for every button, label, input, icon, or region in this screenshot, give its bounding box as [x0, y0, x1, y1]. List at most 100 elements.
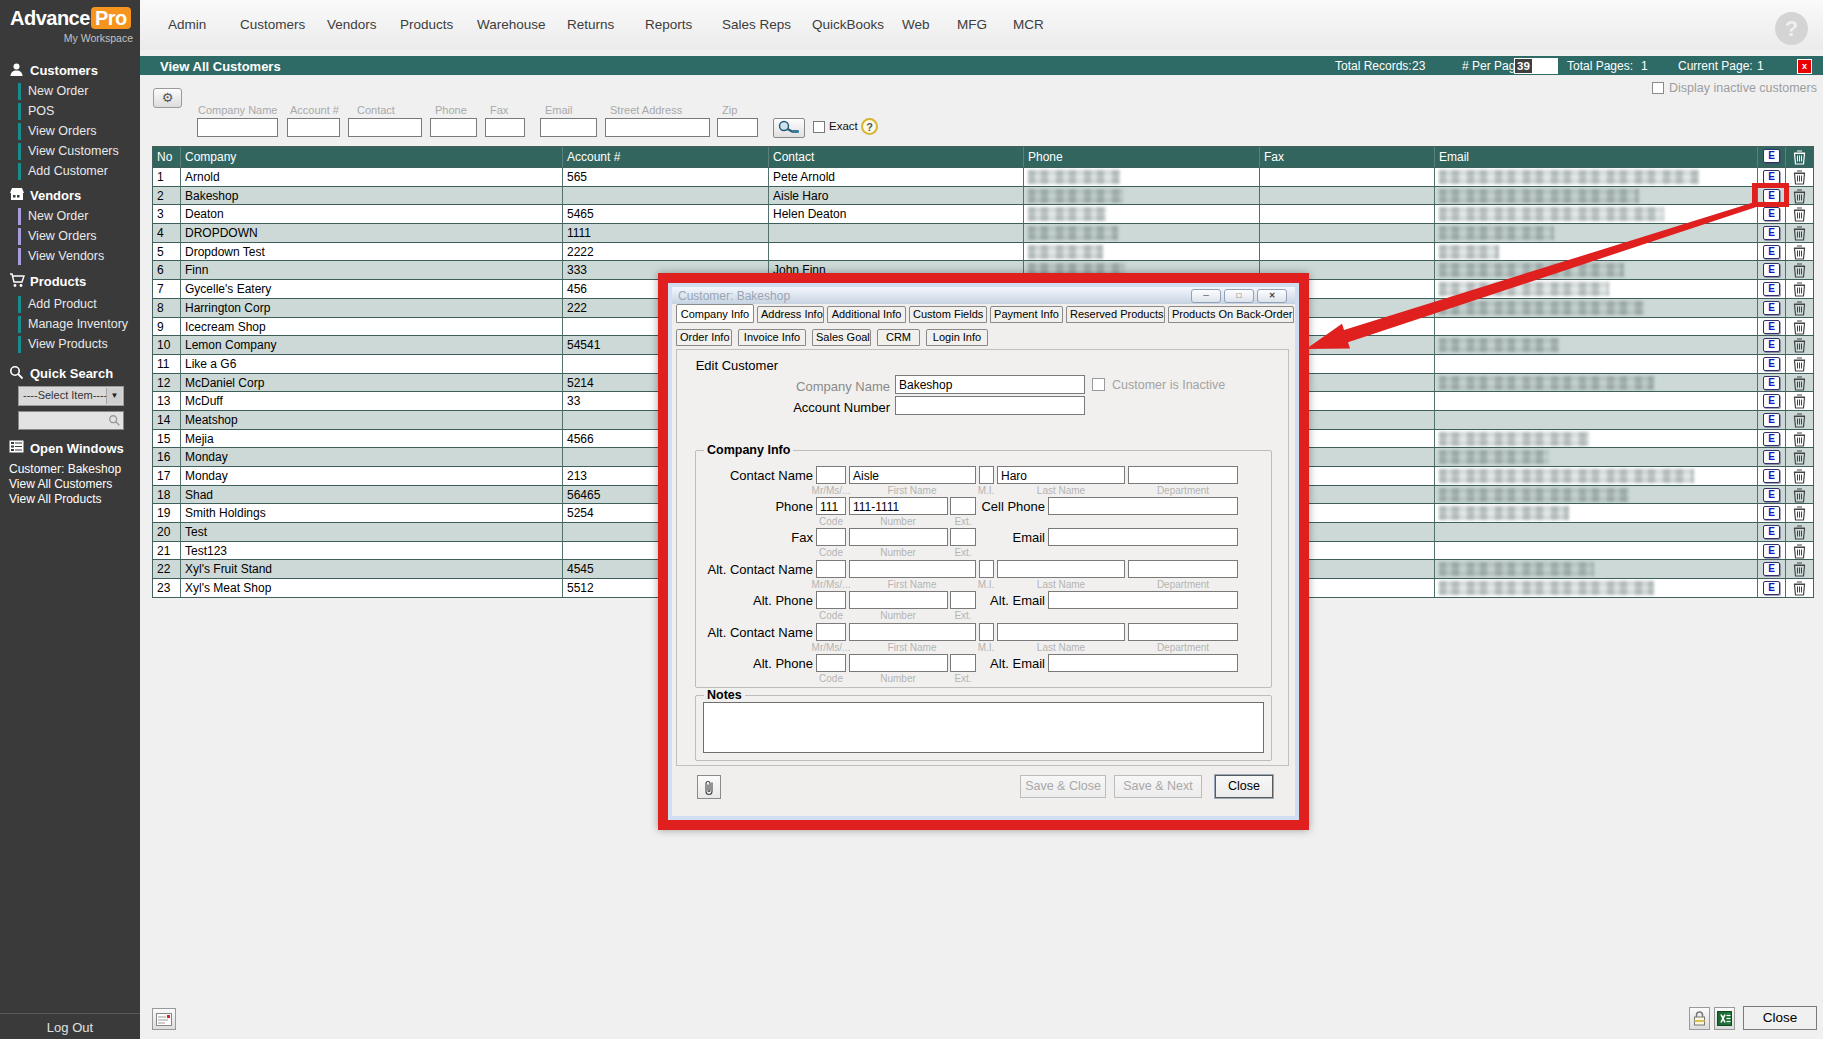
edit-icon[interactable]: E — [1763, 506, 1780, 520]
quick-search-select[interactable]: ----Select Item----▼ — [18, 386, 124, 406]
edit-icon[interactable]: E — [1763, 282, 1780, 296]
column-header-account-[interactable]: Account # — [563, 147, 769, 167]
name-field-0-4[interactable] — [1128, 466, 1238, 484]
trash-icon[interactable] — [1793, 281, 1806, 297]
edit-icon[interactable]: E — [1763, 544, 1780, 558]
edit-icon[interactable]: E — [1763, 394, 1780, 408]
name-field-0-0[interactable] — [816, 466, 846, 484]
trash-icon[interactable] — [1793, 169, 1806, 185]
column-header-email[interactable]: Email — [1435, 147, 1758, 167]
name-field-3-4[interactable] — [1128, 560, 1238, 578]
sidebar-item-view-customers[interactable]: View Customers — [0, 143, 140, 161]
right-input-4[interactable] — [1048, 591, 1238, 609]
tab-crm[interactable]: CRM — [877, 329, 920, 346]
menu-item-mfg[interactable]: MFG — [957, 0, 987, 50]
edit-icon[interactable]: E — [1763, 226, 1780, 240]
name-field-5-2[interactable] — [979, 623, 994, 641]
name-field-3-3[interactable] — [997, 560, 1125, 578]
trash-icon[interactable] — [1793, 375, 1806, 391]
logout-button[interactable]: Log Out — [0, 1020, 140, 1035]
tab-payment-info[interactable]: Payment Info — [990, 306, 1063, 323]
filter-input-contact[interactable] — [348, 118, 422, 137]
trash-icon[interactable] — [1793, 262, 1806, 278]
report-icon[interactable] — [152, 1008, 176, 1030]
right-input-6[interactable] — [1048, 654, 1238, 672]
display-inactive-checkbox[interactable] — [1652, 82, 1664, 94]
close-page-button[interactable]: Close — [1743, 1006, 1817, 1030]
trash-icon[interactable] — [1793, 487, 1806, 503]
save-close-button[interactable]: Save & Close — [1020, 775, 1106, 798]
edit-icon[interactable]: E — [1763, 245, 1780, 259]
sidebar-item-new-order[interactable]: New Order — [0, 208, 140, 226]
name-field-3-1[interactable] — [849, 560, 976, 578]
menu-item-sales-reps[interactable]: Sales Reps — [722, 0, 791, 50]
edit-icon[interactable]: E — [1763, 376, 1780, 390]
name-field-5-0[interactable] — [816, 623, 846, 641]
edit-icon[interactable]: E — [1763, 357, 1780, 371]
filter-input-phone[interactable] — [430, 118, 477, 137]
sidebar-item-add-customer[interactable]: Add Customer — [0, 163, 140, 181]
company-name-input[interactable]: Bakeshop — [895, 375, 1085, 394]
tab-login-info[interactable]: Login Info — [926, 329, 988, 346]
customer-inactive-checkbox[interactable] — [1092, 378, 1105, 391]
notes-textarea[interactable] — [703, 702, 1264, 753]
menu-item-reports[interactable]: Reports — [645, 0, 692, 50]
sidebar-item-manage-inventory[interactable]: Manage Inventory — [0, 316, 140, 334]
tab-sales-goal[interactable]: Sales Goal — [812, 329, 871, 346]
menu-item-mcr[interactable]: MCR — [1013, 0, 1044, 50]
name-field-5-1[interactable] — [849, 623, 976, 641]
filter-input-zip[interactable] — [717, 118, 758, 137]
sidebar-item-view-products[interactable]: View Products — [0, 336, 140, 354]
tab-invoice-info[interactable]: Invoice Info — [738, 329, 806, 346]
name-field-5-4[interactable] — [1128, 623, 1238, 641]
menu-item-customers[interactable]: Customers — [240, 0, 305, 50]
sidebar-item-pos[interactable]: POS — [0, 103, 140, 121]
edit-icon[interactable]: E — [1763, 338, 1780, 352]
account-number-input[interactable] — [895, 396, 1085, 415]
name-field-0-3[interactable]: Haro — [997, 466, 1125, 484]
menu-item-returns[interactable]: Returns — [567, 0, 614, 50]
edit-icon[interactable]: E — [1763, 469, 1780, 483]
trash-icon[interactable] — [1793, 356, 1806, 372]
edit-icon[interactable]: E — [1763, 207, 1780, 221]
column-header-contact[interactable]: Contact — [769, 147, 1024, 167]
name-field-0-1[interactable]: Aisle — [849, 466, 976, 484]
excel-icon[interactable] — [1714, 1007, 1735, 1030]
trash-icon[interactable] — [1793, 188, 1806, 204]
tab-address-info[interactable]: Address Info — [757, 306, 824, 323]
table-row-1[interactable]: 1Arnold565Pete ArnoldE — [153, 167, 1813, 186]
attachment-paperclip-button[interactable] — [697, 775, 721, 799]
edit-icon[interactable]: E — [1763, 450, 1780, 464]
phone-field-1-0[interactable]: 111 — [816, 497, 846, 515]
open-window-3[interactable]: View All Products — [9, 492, 102, 506]
modal-close-button[interactable]: Close — [1215, 775, 1273, 798]
menu-item-products[interactable]: Products — [400, 0, 453, 50]
sidebar-item-view-vendors[interactable]: View Vendors — [0, 248, 140, 266]
filter-input-company-name[interactable] — [197, 118, 278, 137]
trash-icon[interactable] — [1793, 206, 1806, 222]
tab-custom-fields[interactable]: Custom Fields — [909, 306, 987, 323]
per-page-input[interactable]: 39 — [1514, 58, 1558, 74]
phone-field-2-0[interactable] — [816, 528, 846, 546]
trash-icon[interactable] — [1793, 149, 1806, 165]
filter-input-email[interactable] — [540, 118, 597, 137]
table-row-5[interactable]: 5Dropdown Test2222E — [153, 242, 1813, 261]
trash-icon[interactable] — [1793, 431, 1806, 447]
menu-item-warehouse[interactable]: Warehouse — [477, 0, 546, 50]
trash-icon[interactable] — [1793, 412, 1806, 428]
lock-icon[interactable] — [1689, 1007, 1710, 1030]
trash-icon[interactable] — [1793, 244, 1806, 260]
save-next-button[interactable]: Save & Next — [1114, 775, 1202, 798]
edit-icon[interactable]: E — [1763, 488, 1780, 502]
open-window-1[interactable]: Customer: Bakeshop — [9, 462, 121, 476]
name-field-3-2[interactable] — [979, 560, 994, 578]
trash-icon[interactable] — [1793, 468, 1806, 484]
sidebar-item-new-order[interactable]: New Order — [0, 83, 140, 101]
edit-icon[interactable]: E — [1763, 432, 1780, 446]
edit-icon[interactable]: E — [1763, 562, 1780, 576]
tab-order-info[interactable]: Order Info — [676, 329, 732, 346]
edit-icon[interactable]: E — [1763, 301, 1780, 315]
trash-icon[interactable] — [1793, 524, 1806, 540]
filter-help-icon[interactable]: ? — [861, 118, 878, 135]
sidebar-item-view-orders[interactable]: View Orders — [0, 123, 140, 141]
